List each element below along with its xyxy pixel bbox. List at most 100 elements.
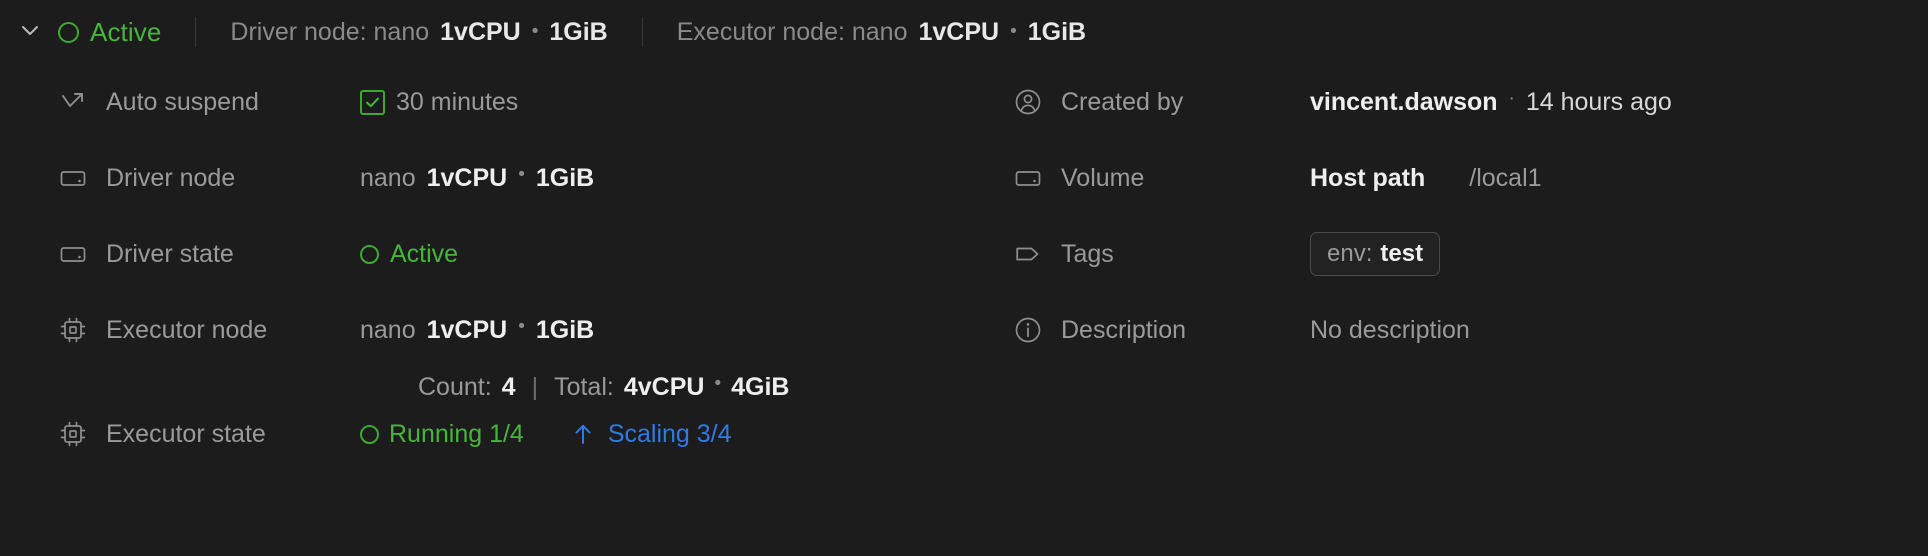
executor-totals-divider: | <box>531 372 539 401</box>
auto-suspend-label-cell: Auto suspend <box>0 82 360 122</box>
executor-scaling-state: Scaling 3/4 <box>568 419 732 449</box>
left-details-column: Auto suspend 30 minutes Driver node nano… <box>0 82 955 490</box>
panel-body: Auto suspend 30 minutes Driver node nano… <box>0 64 1928 490</box>
header-divider-1 <box>195 17 197 47</box>
executor-state-label: Executor state <box>106 419 266 448</box>
executor-node-totals: Count: 4 | Total: 4vCPU • 4GiB <box>0 360 955 414</box>
volume-label: Volume <box>1061 163 1145 192</box>
row-auto-suspend: Auto suspend 30 minutes <box>0 82 955 158</box>
executor-node-value-cell: nano 1vCPU • 1GiB <box>360 310 594 350</box>
row-tags: Tags env: test <box>955 232 1885 310</box>
cpu-chip-icon <box>58 419 88 449</box>
executor-total-separator: • <box>714 373 722 394</box>
volume-type: Host path <box>1310 163 1426 192</box>
row-driver-state: Driver state Active <box>0 234 955 310</box>
right-details-column: Created by vincent.dawson · 14 hours ago <box>955 82 1885 490</box>
created-by-label-cell: Created by <box>955 82 1310 122</box>
row-volume: Volume Host path /local1 <box>955 158 1885 234</box>
row-driver-node: Driver node nano 1vCPU • 1GiB <box>0 158 955 234</box>
executor-node-size: nano <box>360 315 416 344</box>
cluster-status-label: Active <box>90 16 162 47</box>
driver-state-label: Driver state <box>106 239 234 268</box>
executor-node-cpu: 1vCPU <box>426 315 508 344</box>
cpu-chip-icon <box>58 315 88 345</box>
driver-node-memory: 1GiB <box>535 163 595 192</box>
auto-suspend-value: 30 minutes <box>396 87 519 116</box>
volume-path: /local1 <box>1469 163 1542 192</box>
driver-state-value: Active <box>390 239 459 268</box>
cluster-details-panel: Active Driver node: nano 1vCPU • 1GiB Ex… <box>0 0 1928 556</box>
executor-node-separator: • <box>518 316 525 337</box>
driver-node-separator: • <box>518 164 525 185</box>
executor-running-label: Running 1/4 <box>389 419 524 448</box>
node-icon <box>58 163 88 193</box>
description-label: Description <box>1061 315 1187 344</box>
panel-header: Active Driver node: nano 1vCPU • 1GiB Ex… <box>0 0 1928 64</box>
header-executor-separator: • <box>1010 20 1017 42</box>
tag-chip[interactable]: env: test <box>1310 232 1441 276</box>
driver-node-label-cell: Driver node <box>0 158 360 198</box>
created-by-label: Created by <box>1061 87 1184 116</box>
executor-state-value-cell: Running 1/4 Scaling 3/4 <box>360 414 732 454</box>
header-driver-cpu: 1vCPU <box>440 17 521 46</box>
executor-node-memory: 1GiB <box>535 315 595 344</box>
tag-value: test <box>1380 240 1424 267</box>
tags-label-cell: Tags <box>955 234 1310 274</box>
created-by-time: 14 hours ago <box>1525 87 1672 116</box>
description-value-cell: No description <box>1310 310 1470 350</box>
driver-node-cpu: 1vCPU <box>426 163 508 192</box>
user-circle-icon <box>1013 87 1043 117</box>
arrow-up-icon <box>568 419 598 449</box>
executor-total-label: Total: <box>554 372 614 401</box>
info-circle-icon <box>1013 315 1043 345</box>
tags-value-cell: env: test <box>1310 232 1441 276</box>
auto-suspend-label: Auto suspend <box>106 87 259 116</box>
row-executor-state: Executor state Running 1/4 Scaling 3/4 <box>0 414 955 490</box>
executor-state-label-cell: Executor state <box>0 414 360 454</box>
driver-node-label: Driver node <box>106 163 236 192</box>
executor-total-cpu: 4vCPU <box>623 372 705 401</box>
driver-node-value-cell: nano 1vCPU • 1GiB <box>360 158 594 198</box>
tag-icon <box>1013 239 1043 269</box>
executor-total-memory: 4GiB <box>731 372 790 401</box>
status-ring-icon <box>58 21 79 43</box>
status-ring-icon <box>360 424 379 444</box>
volume-label-cell: Volume <box>955 158 1310 198</box>
cluster-status-badge: Active <box>58 17 161 48</box>
header-executor-memory: 1GiB <box>1027 17 1087 46</box>
header-divider-2 <box>641 17 643 47</box>
auto-suspend-arrow-icon <box>58 87 88 117</box>
header-driver-node-label: Driver node: nano <box>230 17 430 46</box>
header-driver-separator: • <box>531 20 539 42</box>
tags-label: Tags <box>1061 239 1114 268</box>
node-icon <box>58 239 88 269</box>
driver-node-size: nano <box>360 163 416 192</box>
executor-node-label-cell: Executor node <box>0 310 360 350</box>
description-label-cell: Description <box>955 310 1310 350</box>
executor-node-label: Executor node <box>106 315 268 344</box>
row-description: Description No description <box>955 310 1885 386</box>
executor-scaling-label: Scaling 3/4 <box>607 419 732 448</box>
volume-value-cell: Host path /local1 <box>1310 158 1542 198</box>
description-value: No description <box>1310 315 1470 344</box>
expand-collapse-button[interactable] <box>8 10 52 54</box>
header-driver-memory: 1GiB <box>549 17 608 46</box>
checkbox-checked-icon[interactable] <box>360 89 385 115</box>
created-by-user: vincent.dawson <box>1310 87 1498 116</box>
header-executor-node-label: Executor node: nano <box>676 17 908 46</box>
status-ring-icon <box>360 244 379 264</box>
driver-state-value-cell: Active <box>360 234 458 274</box>
executor-count-label: Count: <box>418 372 492 401</box>
header-executor-node-summary: Executor node: nano 1vCPU • 1GiB <box>677 18 1086 47</box>
executor-running-state: Running 1/4 <box>360 420 524 449</box>
header-executor-cpu: 1vCPU <box>918 17 1000 46</box>
created-by-value-cell: vincent.dawson · 14 hours ago <box>1310 82 1672 122</box>
driver-state-label-cell: Driver state <box>0 234 360 274</box>
header-driver-node-summary: Driver node: nano 1vCPU • 1GiB <box>230 18 607 47</box>
auto-suspend-value-cell: 30 minutes <box>360 82 518 122</box>
row-created-by: Created by vincent.dawson · 14 hours ago <box>955 82 1885 158</box>
created-by-separator: · <box>1508 88 1515 109</box>
executor-count-value: 4 <box>501 372 516 401</box>
tag-key: env: <box>1327 240 1373 267</box>
chevron-down-icon <box>17 17 43 48</box>
